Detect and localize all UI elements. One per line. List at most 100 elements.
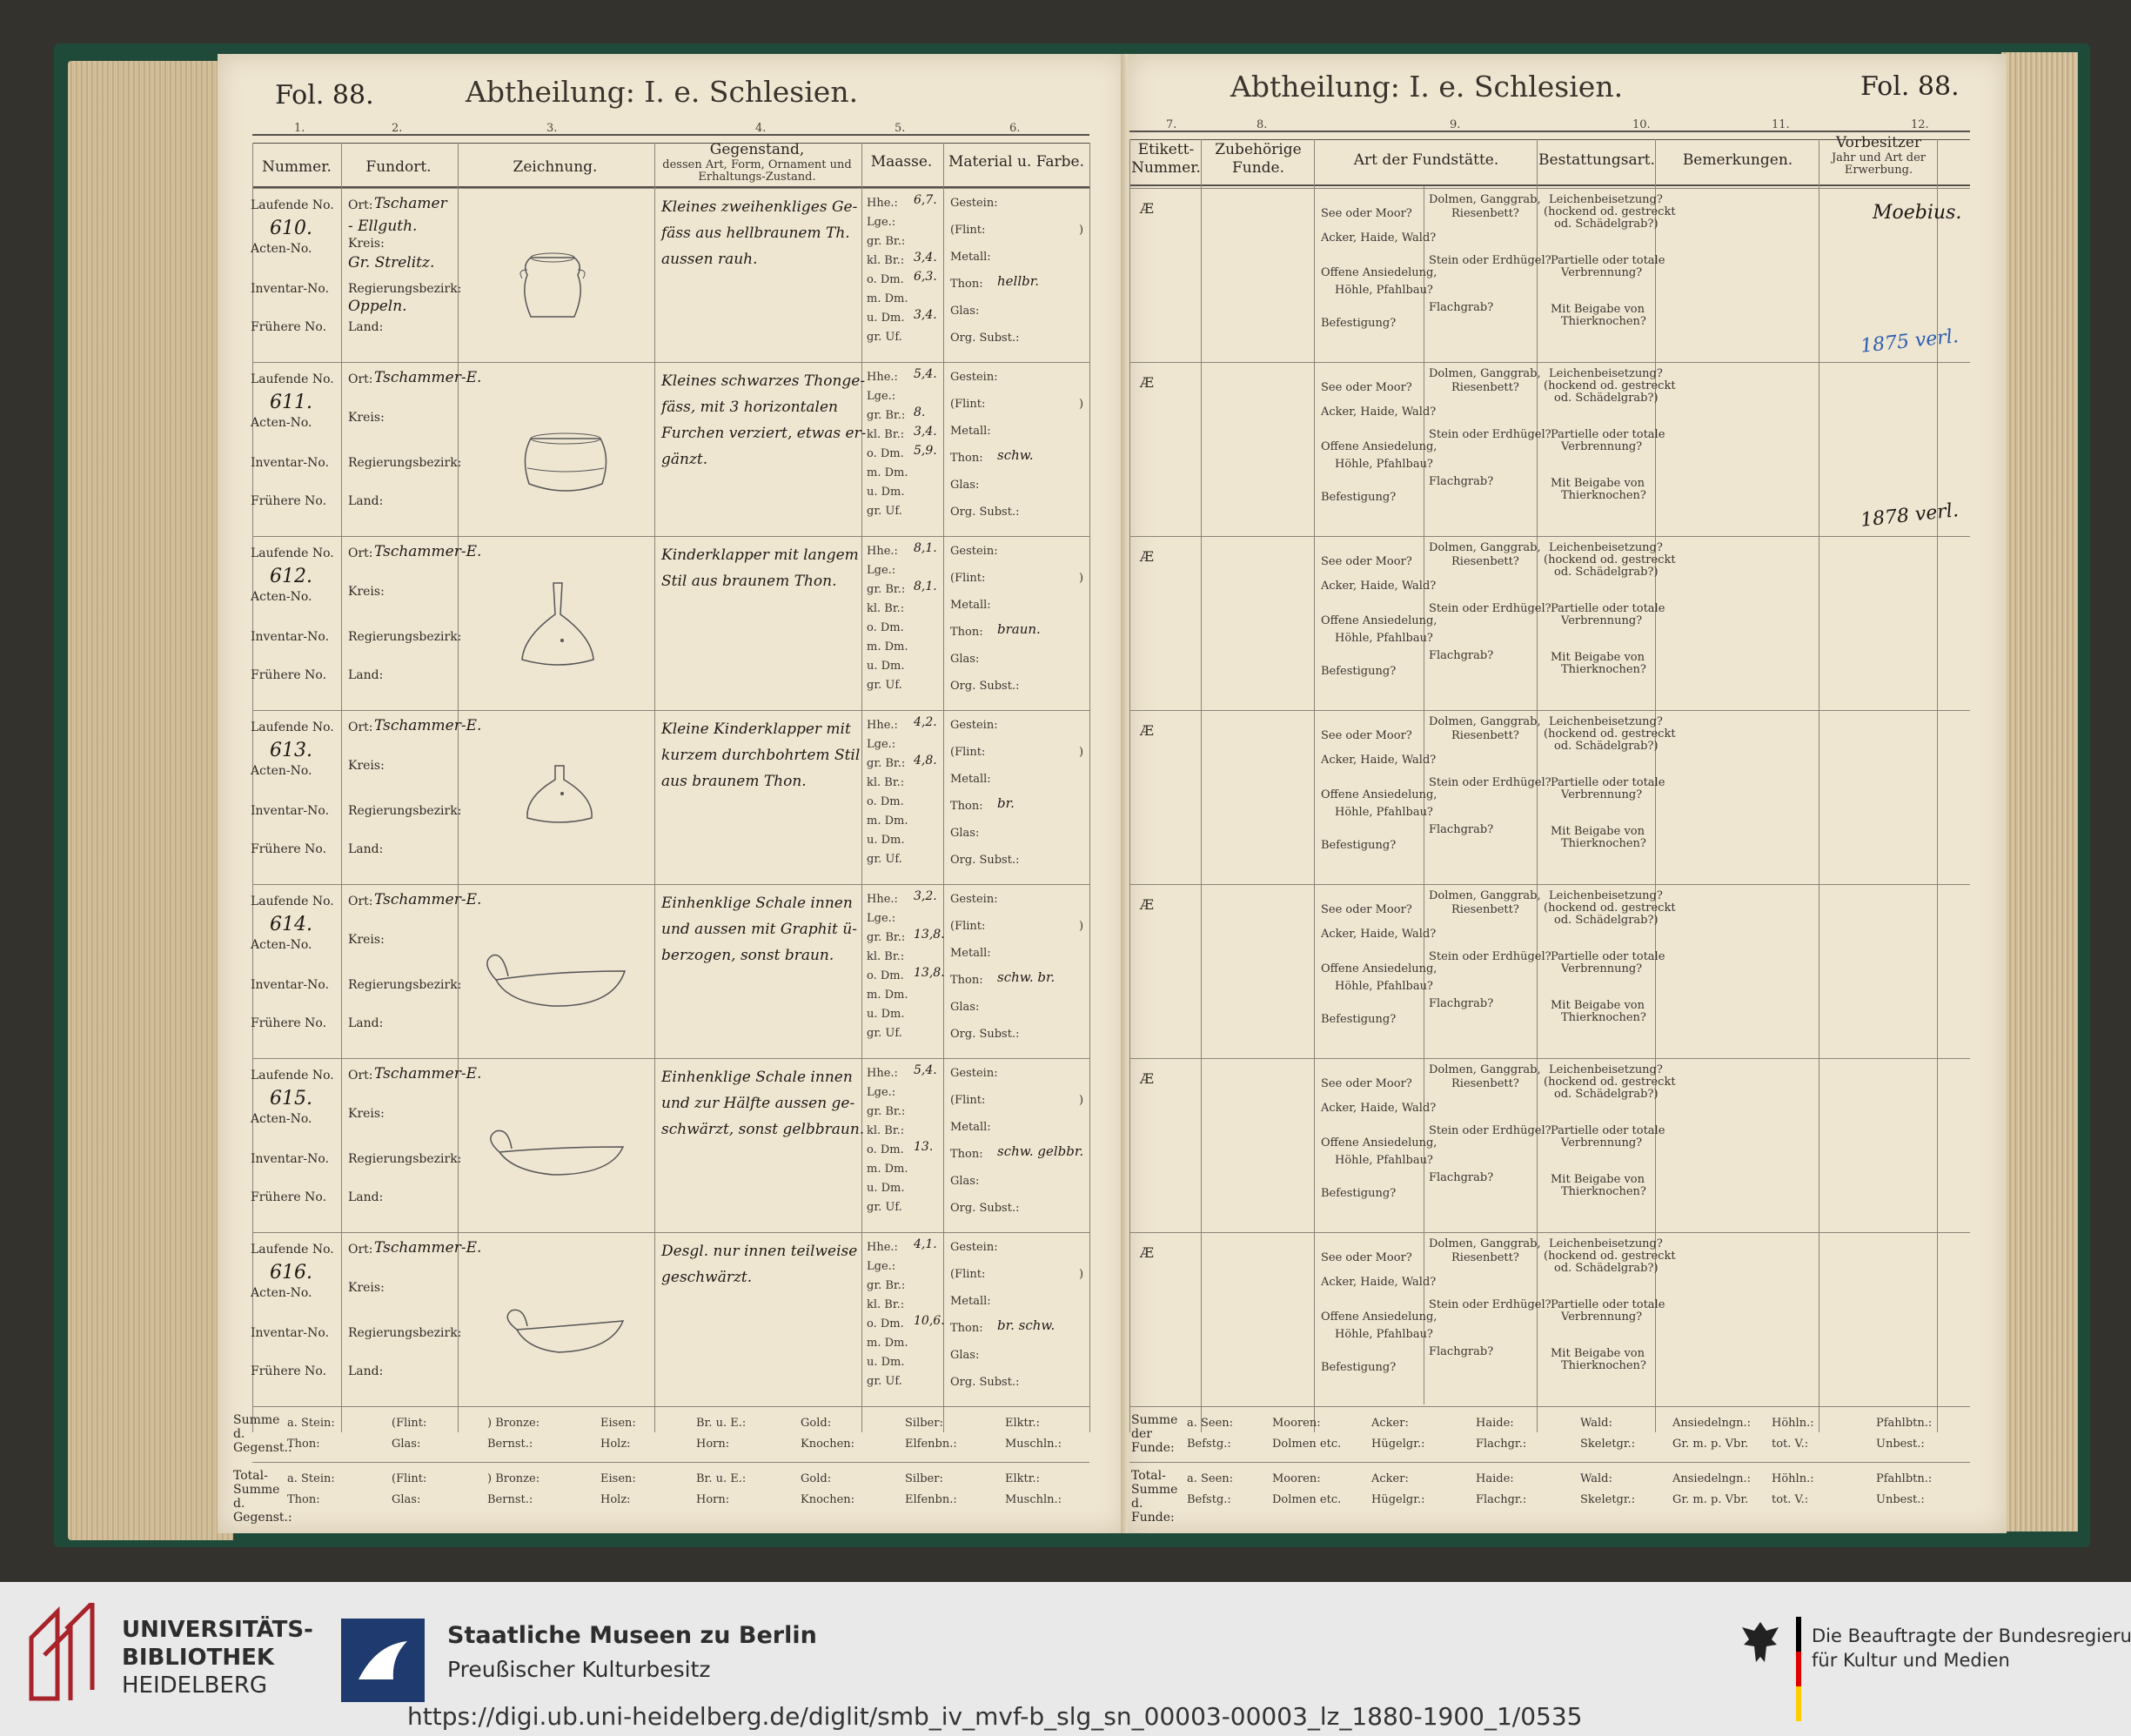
permalink-url[interactable]: https://digi.ub.uni-heidelberg.de/diglit…	[407, 1702, 1582, 1731]
etikett-mark: Æ	[1140, 722, 1155, 739]
page-edges-right	[2001, 52, 2078, 1532]
label-mdm: m. Dm.	[867, 292, 908, 305]
label-laufende: Laufende No.	[251, 198, 334, 212]
summe-cell: Befstg.:	[1187, 1438, 1231, 1451]
right-page: Abtheilung: I. e. Schlesien. Fol. 88. 7.…	[1128, 54, 2007, 1533]
label-klbr: kl. Br.:	[867, 1124, 905, 1137]
label-udm: u. Dm.	[867, 1182, 905, 1195]
label-fruehere: Frühere No.	[251, 320, 327, 334]
summe-cell: a. Seen:	[1187, 1417, 1234, 1430]
eagle-icon	[1742, 1622, 1779, 1662]
grab-label: Flachgrab?	[1429, 823, 1494, 836]
fundort-ort: Tschamer	[374, 195, 447, 212]
fundstaette-label: Höhle, Pfahlbau?	[1335, 458, 1433, 471]
heidelberg-logo-icon	[29, 1603, 95, 1701]
label-kreis: Kreis:	[348, 933, 385, 947]
entry-number: 611.	[270, 392, 312, 413]
label-odm: o. Dm.	[867, 621, 904, 634]
label-lge: Lge.:	[867, 1260, 896, 1273]
label-gestein: Gestein:	[950, 1241, 998, 1254]
smb-line2: Preußischer Kulturbesitz	[447, 1657, 711, 1682]
smb-logo-icon	[341, 1619, 425, 1702]
header-gegenstand-sub1: dessen Art, Form, Ornament und	[662, 158, 852, 171]
grab-label: Stein oder Erdhügel?	[1429, 776, 1551, 789]
label-gestein: Gestein:	[950, 1067, 998, 1080]
label-land: Land:	[348, 494, 384, 508]
header-nummer: Nummer.	[262, 158, 332, 176]
total-cell: Silber:	[905, 1472, 943, 1485]
total-cell: Glas:	[392, 1493, 421, 1506]
description-line3: aussen rauh.	[661, 251, 758, 268]
label-laufende: Laufende No.	[251, 721, 334, 734]
label-orgsubst: Org. Subst.:	[950, 854, 1020, 867]
description-line2: Stil aus braunem Thon.	[661, 573, 837, 590]
bestattung-label: Verbrennung?	[1561, 1310, 1643, 1324]
fundstaette-label: Höhle, Pfahlbau?	[1335, 1328, 1433, 1341]
label-acten: Acten-No.	[251, 1112, 312, 1126]
label-gruf: gr. Uf.	[867, 1201, 902, 1214]
bestattung-label: Thierknochen?	[1561, 837, 1646, 850]
bestattung-label: od. Schädelgrab?)	[1554, 1088, 1659, 1101]
label-regbez: Regierungsbezirk:	[348, 456, 462, 470]
measure-odm: 6,3.	[914, 270, 937, 284]
fundstaette-label: Offene Ansiedelung,	[1321, 1136, 1437, 1150]
label-kreis: Kreis:	[348, 585, 385, 599]
label-land: Land:	[348, 320, 384, 334]
label-flint: (Flint:	[950, 224, 986, 237]
label-glas: Glas:	[950, 1175, 980, 1188]
summe-cell: Elktr.:	[1005, 1417, 1041, 1430]
grab-label: Riesenbett?	[1451, 381, 1519, 394]
footer-bar: UNIVERSITÄTS- BIBLIOTHEK HEIDELBERG Staa…	[0, 1582, 2131, 1736]
summe-cell: a. Stein:	[287, 1417, 335, 1430]
label-gruf: gr. Uf.	[867, 331, 902, 344]
ledger-row: Laufende No. 612. Acten-No. Inventar-No. Frü…	[218, 536, 1126, 710]
bestattung-label: Verbrennung?	[1561, 266, 1643, 279]
fundstaette-label: Befestigung?	[1321, 665, 1397, 678]
description-line1: Kinderklapper mit langem	[661, 546, 859, 564]
bestattung-label: Mit Beigabe von	[1551, 651, 1645, 664]
ledger-row: Laufende No. 610. Acten-No. Inventar-No. Frü…	[218, 188, 1126, 362]
bestattung-label: Partielle oder totale	[1551, 1124, 1665, 1137]
label-mdm: m. Dm.	[867, 640, 908, 654]
total-cell: Höhln.:	[1772, 1472, 1814, 1485]
summe-cell: Horn:	[696, 1438, 730, 1451]
etikett-mark: Æ	[1140, 896, 1155, 913]
bestattung-label: Mit Beigabe von	[1551, 825, 1645, 838]
fundstaette-label: Offene Ansiedelung,	[1321, 266, 1437, 279]
label-klbr: kl. Br.:	[867, 950, 905, 963]
label-kreis: Kreis:	[348, 411, 385, 425]
vessel-drawing	[513, 423, 618, 505]
bestattung-label: Verbrennung?	[1561, 440, 1643, 453]
label-kreis: Kreis:	[348, 237, 385, 251]
fundort-kreis: Gr. Strelitz.	[348, 254, 435, 271]
grab-label: Dolmen, Ganggrab,	[1429, 367, 1541, 380]
page-edges-left	[68, 61, 233, 1540]
bestattung-label: Partielle oder totale	[1551, 776, 1665, 789]
label-grbr: gr. Br.:	[867, 1105, 906, 1118]
bkm-line1: Die Beauftragte der Bundesregierung	[1812, 1625, 2131, 1646]
label-hhe: Hhe.:	[867, 719, 898, 732]
description-line1: Kleine Kinderklapper mit	[661, 721, 851, 738]
label-metall: Metall:	[950, 1295, 991, 1308]
fundstaette-label: See oder Moor?	[1321, 381, 1412, 394]
label-orgsubst: Org. Subst.:	[950, 1376, 1020, 1389]
grab-label: Dolmen, Ganggrab,	[1429, 1237, 1541, 1250]
label-gestein: Gestein:	[950, 719, 998, 732]
uni-line1: UNIVERSITÄTS-	[122, 1617, 313, 1643]
label-flint-close: )	[1079, 746, 1084, 759]
fundstaette-label: Acker, Haide, Wald?	[1321, 231, 1437, 245]
summary-divider	[252, 1462, 1089, 1463]
header-vorbesitzer-sub1: Jahr und Art der	[1831, 151, 1927, 164]
measure-odm: 10,6.	[914, 1314, 945, 1328]
label-hhe: Hhe.:	[867, 893, 898, 906]
total-cell: Bernst.:	[487, 1493, 533, 1506]
total-cell: Knochen:	[801, 1493, 855, 1506]
ledger-row: Laufende No. 614. Acten-No. Inventar-No. Frü…	[218, 884, 1126, 1058]
total-cell: Br. u. E.:	[696, 1472, 747, 1485]
summe-cell: Glas:	[392, 1438, 421, 1451]
label-ort: Ort:	[348, 198, 373, 212]
fundstaette-label: See oder Moor?	[1321, 1077, 1412, 1090]
label-laufende: Laufende No.	[251, 372, 334, 386]
ledger-row: Laufende No. 613. Acten-No. Inventar-No. Frü…	[218, 710, 1126, 884]
bestattung-label: Thierknochen?	[1561, 1359, 1646, 1372]
